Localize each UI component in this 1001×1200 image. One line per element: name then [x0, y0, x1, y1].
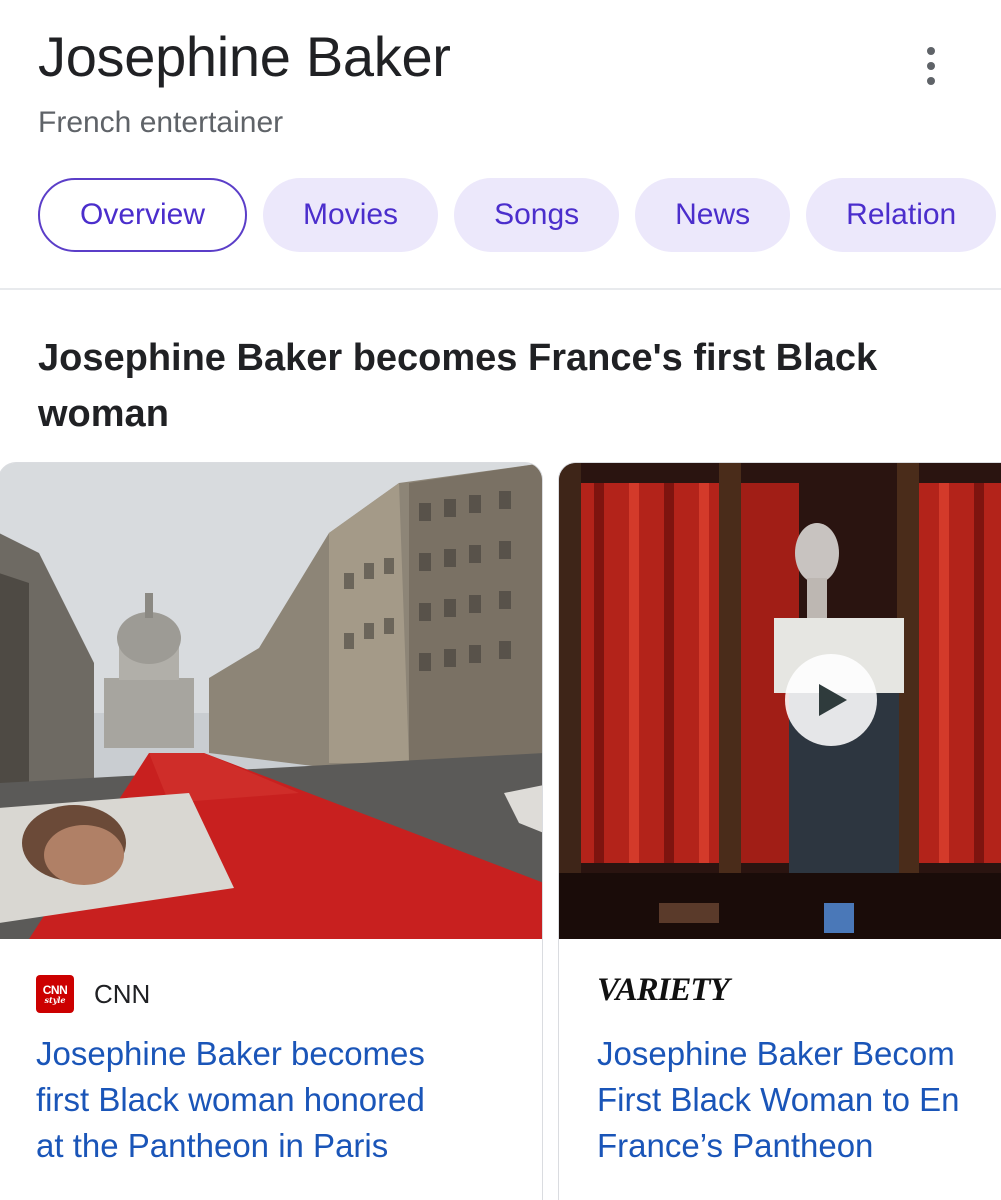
more-options-button[interactable]: [905, 40, 957, 92]
more-vertical-icon-dot: [927, 62, 935, 70]
more-vertical-icon: [927, 47, 935, 55]
section-heading: Josephine Baker becomes France's first B…: [38, 337, 878, 435]
divider: [0, 288, 1001, 290]
tab-songs[interactable]: Songs: [454, 178, 620, 252]
headline-line: France’s Pantheon: [597, 1127, 874, 1164]
headline-line: first Black woman honored: [36, 1081, 425, 1118]
entity-title: Josephine Baker: [38, 25, 451, 88]
play-icon: [819, 684, 847, 716]
variety-logo: VARIETY: [597, 972, 730, 1008]
headline-line: Josephine Baker Becom: [597, 1035, 955, 1072]
cnn-logo-icon: CNN style: [36, 975, 74, 1013]
tab-movies[interactable]: Movies: [263, 178, 439, 252]
source-row-cnn: CNN style CNN: [36, 974, 150, 1014]
headline-line: Josephine Baker becomes: [36, 1035, 425, 1072]
source-name: CNN: [94, 978, 151, 1009]
news-headline-link[interactable]: Josephine Baker becomes first Black woma…: [36, 1031, 425, 1169]
more-vertical-icon-dot: [927, 77, 935, 85]
knowledge-panel: Josephine Baker French entertainer Overv…: [0, 0, 1001, 1200]
tab-chips: Overview Movies Songs News Relation: [38, 178, 997, 252]
headline-line: at the Pantheon in Paris: [36, 1127, 389, 1164]
play-video-button[interactable]: [785, 654, 877, 746]
tab-overview[interactable]: Overview: [38, 178, 248, 252]
news-thumbnail-pantheon[interactable]: [0, 463, 542, 939]
news-thumbnail-hologram[interactable]: [559, 463, 1001, 939]
entity-subtitle: French entertainer: [38, 106, 284, 139]
tab-news[interactable]: News: [635, 178, 791, 252]
headline-line: First Black Woman to En: [597, 1081, 960, 1118]
tab-relations[interactable]: Relation: [806, 178, 997, 252]
news-headline-link[interactable]: Josephine Baker Becom First Black Woman …: [597, 1031, 960, 1169]
